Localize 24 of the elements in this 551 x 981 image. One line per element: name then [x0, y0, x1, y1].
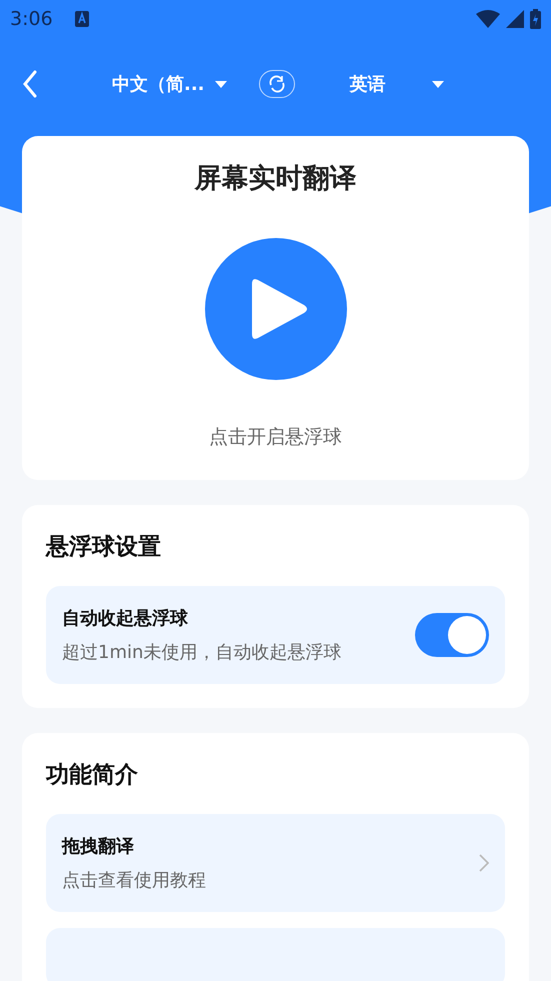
item-description: 点击查看使用教程 [62, 869, 206, 892]
signal-icon [506, 10, 524, 28]
status-time: 3:06 [10, 8, 53, 30]
hint-text: 点击开启悬浮球 [209, 425, 342, 450]
swap-icon [268, 75, 286, 93]
section-title: 悬浮球设置 [46, 533, 161, 562]
item-title: 拖拽翻译 [62, 835, 134, 858]
target-language-dropdown[interactable]: 英语 [350, 72, 444, 96]
caret-icon [432, 80, 444, 88]
toggle-switch[interactable] [415, 613, 489, 657]
setting-description: 超过1min未使用，自动收起悬浮球 [62, 641, 342, 664]
source-language-dropdown[interactable]: 中文（简... [112, 72, 227, 96]
chevron-right-icon [479, 854, 489, 872]
setting-title: 自动收起悬浮球 [62, 607, 188, 630]
section-title: 功能简介 [46, 761, 138, 790]
notification-icon [74, 11, 89, 27]
back-icon[interactable] [22, 70, 38, 98]
wifi-icon [476, 10, 500, 28]
play-icon [250, 276, 310, 342]
battery-icon [530, 9, 541, 29]
caret-icon [214, 80, 227, 88]
swap-languages-button[interactable] [258, 70, 295, 98]
tutorial-item[interactable]: 拖拽翻译 点击查看使用教程 [46, 814, 505, 912]
card-title: 屏幕实时翻译 [194, 162, 356, 196]
